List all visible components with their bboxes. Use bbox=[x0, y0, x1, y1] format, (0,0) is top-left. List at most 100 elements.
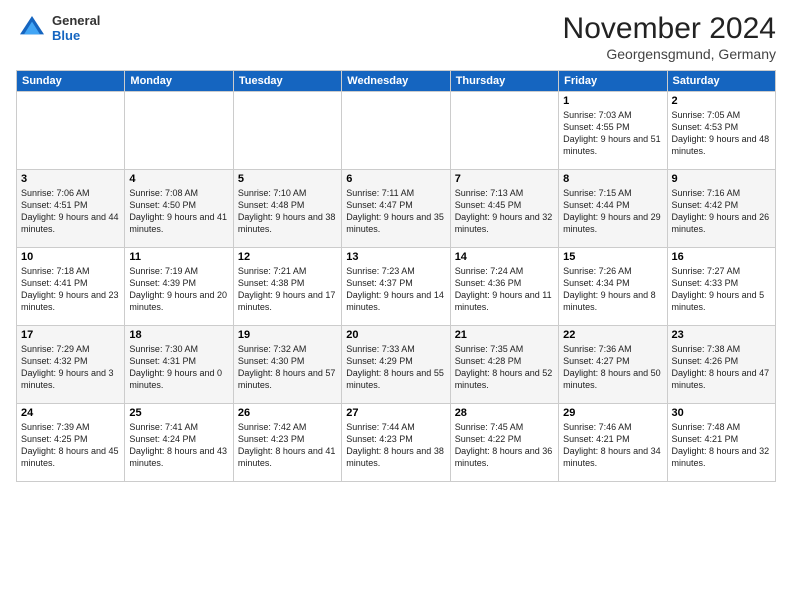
day-header-tuesday: Tuesday bbox=[233, 71, 341, 92]
calendar-cell: 11 Sunrise: 7:19 AM Sunset: 4:39 PM Dayli… bbox=[125, 248, 233, 326]
day-info: Sunrise: 7:15 AM Sunset: 4:44 PM Dayligh… bbox=[563, 187, 662, 236]
calendar-cell: 8Sunrise: 7:15 AM Sunset: 4:44 PM Daylig… bbox=[559, 170, 667, 248]
title-block: November 2024 Georgensgmund, Germany bbox=[563, 12, 776, 62]
day-number: 28 bbox=[455, 407, 554, 419]
calendar-cell bbox=[233, 92, 341, 170]
calendar-cell: 20Sunrise: 7:33 AM Sunset: 4:29 PM Dayli… bbox=[342, 326, 450, 404]
calendar-cell: 9 Sunrise: 7:16 AM Sunset: 4:42 PM Daylig… bbox=[667, 170, 775, 248]
day-info: Sunrise: 7:27 AM Sunset: 4:33 PM Dayligh… bbox=[672, 265, 771, 314]
day-number: 2 bbox=[672, 95, 771, 107]
calendar-cell: 10Sunrise: 7:18 AM Sunset: 4:41 PM Dayli… bbox=[17, 248, 125, 326]
page: General Blue November 2024 Georgensgmund… bbox=[0, 0, 792, 612]
calendar-cell: 23 Sunrise: 7:38 AM Sunset: 4:26 PM Dayli… bbox=[667, 326, 775, 404]
day-info: Sunrise: 7:39 AM Sunset: 4:25 PM Dayligh… bbox=[21, 421, 120, 470]
day-info: Sunrise: 7:19 AM Sunset: 4:39 PM Dayligh… bbox=[129, 265, 228, 314]
day-number: 25 bbox=[129, 407, 228, 419]
calendar-cell: 13 Sunrise: 7:23 AM Sunset: 4:37 PM Dayli… bbox=[342, 248, 450, 326]
day-info: Sunrise: 7:46 AM Sunset: 4:21 PM Dayligh… bbox=[563, 421, 662, 470]
day-info: Sunrise: 7:23 AM Sunset: 4:37 PM Dayligh… bbox=[346, 265, 445, 314]
day-header-saturday: Saturday bbox=[667, 71, 775, 92]
day-number: 29 bbox=[563, 407, 662, 419]
calendar-week-4: 17 Sunrise: 7:29 AM Sunset: 4:32 PM Dayli… bbox=[17, 326, 776, 404]
calendar-cell bbox=[450, 92, 558, 170]
day-info: Sunrise: 7:05 AM Sunset: 4:53 PM Dayligh… bbox=[672, 109, 771, 158]
day-info: Sunrise: 7:36 AM Sunset: 4:27 PM Dayligh… bbox=[563, 343, 662, 392]
calendar-cell: 30 Sunrise: 7:48 AM Sunset: 4:21 PM Dayli… bbox=[667, 404, 775, 482]
day-info: Sunrise: 7:21 AM Sunset: 4:38 PM Dayligh… bbox=[238, 265, 337, 314]
day-number: 27 bbox=[346, 407, 445, 419]
day-header-wednesday: Wednesday bbox=[342, 71, 450, 92]
calendar-cell: 27Sunrise: 7:44 AM Sunset: 4:23 PM Dayli… bbox=[342, 404, 450, 482]
day-info: Sunrise: 7:03 AM Sunset: 4:55 PM Dayligh… bbox=[563, 109, 662, 158]
day-info: Sunrise: 7:08 AM Sunset: 4:50 PM Dayligh… bbox=[129, 187, 228, 236]
day-number: 24 bbox=[21, 407, 120, 419]
calendar-cell bbox=[342, 92, 450, 170]
calendar-cell: 24 Sunrise: 7:39 AM Sunset: 4:25 PM Dayli… bbox=[17, 404, 125, 482]
day-header-thursday: Thursday bbox=[450, 71, 558, 92]
day-info: Sunrise: 7:13 AM Sunset: 4:45 PM Dayligh… bbox=[455, 187, 554, 236]
day-info: Sunrise: 7:30 AM Sunset: 4:31 PM Dayligh… bbox=[129, 343, 228, 392]
calendar-cell: 15Sunrise: 7:26 AM Sunset: 4:34 PM Dayli… bbox=[559, 248, 667, 326]
month-title: November 2024 bbox=[563, 12, 776, 46]
day-info: Sunrise: 7:06 AM Sunset: 4:51 PM Dayligh… bbox=[21, 187, 120, 236]
day-info: Sunrise: 7:45 AM Sunset: 4:22 PM Dayligh… bbox=[455, 421, 554, 470]
day-number: 17 bbox=[21, 329, 120, 341]
calendar-cell: 2 Sunrise: 7:05 AM Sunset: 4:53 PM Daylig… bbox=[667, 92, 775, 170]
calendar-week-5: 24 Sunrise: 7:39 AM Sunset: 4:25 PM Dayli… bbox=[17, 404, 776, 482]
calendar-cell: 28 Sunrise: 7:45 AM Sunset: 4:22 PM Dayli… bbox=[450, 404, 558, 482]
day-info: Sunrise: 7:11 AM Sunset: 4:47 PM Dayligh… bbox=[346, 187, 445, 236]
day-number: 7 bbox=[455, 173, 554, 185]
day-number: 5 bbox=[238, 173, 337, 185]
day-info: Sunrise: 7:29 AM Sunset: 4:32 PM Dayligh… bbox=[21, 343, 120, 392]
day-number: 9 bbox=[672, 173, 771, 185]
calendar-week-1: 1 Sunrise: 7:03 AM Sunset: 4:55 PM Daylig… bbox=[17, 92, 776, 170]
day-number: 6 bbox=[346, 173, 445, 185]
logo: General Blue bbox=[16, 12, 100, 44]
day-number: 16 bbox=[672, 251, 771, 263]
day-number: 1 bbox=[563, 95, 662, 107]
day-number: 23 bbox=[672, 329, 771, 341]
day-header-friday: Friday bbox=[559, 71, 667, 92]
calendar-cell: 29 Sunrise: 7:46 AM Sunset: 4:21 PM Dayli… bbox=[559, 404, 667, 482]
day-number: 18 bbox=[129, 329, 228, 341]
calendar-cell: 3 Sunrise: 7:06 AM Sunset: 4:51 PM Daylig… bbox=[17, 170, 125, 248]
day-info: Sunrise: 7:33 AM Sunset: 4:29 PM Dayligh… bbox=[346, 343, 445, 392]
calendar-cell bbox=[17, 92, 125, 170]
day-info: Sunrise: 7:24 AM Sunset: 4:36 PM Dayligh… bbox=[455, 265, 554, 314]
calendar-cell: 14Sunrise: 7:24 AM Sunset: 4:36 PM Dayli… bbox=[450, 248, 558, 326]
day-number: 10 bbox=[21, 251, 120, 263]
day-number: 19 bbox=[238, 329, 337, 341]
calendar-cell: 26 Sunrise: 7:42 AM Sunset: 4:23 PM Dayli… bbox=[233, 404, 341, 482]
day-info: Sunrise: 7:38 AM Sunset: 4:26 PM Dayligh… bbox=[672, 343, 771, 392]
calendar-cell: 1 Sunrise: 7:03 AM Sunset: 4:55 PM Daylig… bbox=[559, 92, 667, 170]
calendar-cell: 19Sunrise: 7:32 AM Sunset: 4:30 PM Dayli… bbox=[233, 326, 341, 404]
calendar-cell: 4 Sunrise: 7:08 AM Sunset: 4:50 PM Daylig… bbox=[125, 170, 233, 248]
calendar-week-2: 3 Sunrise: 7:06 AM Sunset: 4:51 PM Daylig… bbox=[17, 170, 776, 248]
calendar-week-3: 10Sunrise: 7:18 AM Sunset: 4:41 PM Dayli… bbox=[17, 248, 776, 326]
calendar-cell bbox=[125, 92, 233, 170]
day-info: Sunrise: 7:41 AM Sunset: 4:24 PM Dayligh… bbox=[129, 421, 228, 470]
day-number: 22 bbox=[563, 329, 662, 341]
day-number: 30 bbox=[672, 407, 771, 419]
calendar-cell: 16 Sunrise: 7:27 AM Sunset: 4:33 PM Dayli… bbox=[667, 248, 775, 326]
calendar-cell: 22 Sunrise: 7:36 AM Sunset: 4:27 PM Dayli… bbox=[559, 326, 667, 404]
calendar-cell: 7 Sunrise: 7:13 AM Sunset: 4:45 PM Daylig… bbox=[450, 170, 558, 248]
day-info: Sunrise: 7:42 AM Sunset: 4:23 PM Dayligh… bbox=[238, 421, 337, 470]
day-info: Sunrise: 7:10 AM Sunset: 4:48 PM Dayligh… bbox=[238, 187, 337, 236]
day-info: Sunrise: 7:16 AM Sunset: 4:42 PM Dayligh… bbox=[672, 187, 771, 236]
day-info: Sunrise: 7:48 AM Sunset: 4:21 PM Dayligh… bbox=[672, 421, 771, 470]
day-number: 21 bbox=[455, 329, 554, 341]
calendar-cell: 21 Sunrise: 7:35 AM Sunset: 4:28 PM Dayli… bbox=[450, 326, 558, 404]
calendar-cell: 6 Sunrise: 7:11 AM Sunset: 4:47 PM Daylig… bbox=[342, 170, 450, 248]
calendar-cell: 18 Sunrise: 7:30 AM Sunset: 4:31 PM Dayli… bbox=[125, 326, 233, 404]
calendar-cell: 12Sunrise: 7:21 AM Sunset: 4:38 PM Dayli… bbox=[233, 248, 341, 326]
header: General Blue November 2024 Georgensgmund… bbox=[16, 12, 776, 62]
day-number: 4 bbox=[129, 173, 228, 185]
day-number: 13 bbox=[346, 251, 445, 263]
calendar-table: SundayMondayTuesdayWednesdayThursdayFrid… bbox=[16, 70, 776, 482]
day-number: 11 bbox=[129, 251, 228, 263]
day-number: 3 bbox=[21, 173, 120, 185]
day-number: 26 bbox=[238, 407, 337, 419]
day-info: Sunrise: 7:35 AM Sunset: 4:28 PM Dayligh… bbox=[455, 343, 554, 392]
day-number: 15 bbox=[563, 251, 662, 263]
